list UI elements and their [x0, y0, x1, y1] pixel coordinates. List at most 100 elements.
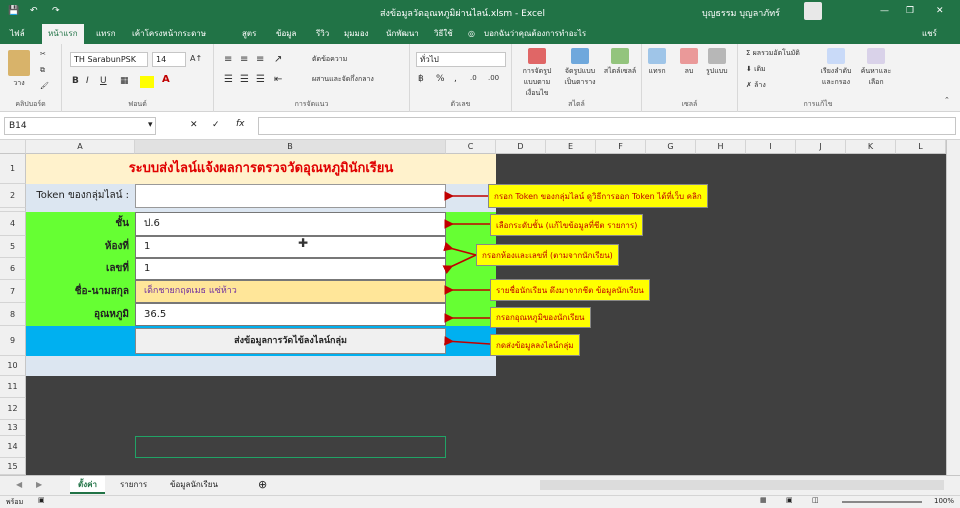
- number-input[interactable]: 1: [135, 258, 446, 280]
- paste-button[interactable]: วาง: [8, 50, 30, 89]
- row-header[interactable]: 1: [0, 154, 26, 184]
- currency-icon[interactable]: ฿: [418, 74, 424, 84]
- class-input[interactable]: ป.6: [135, 212, 446, 236]
- wrap-text-button[interactable]: ตัดข้อความ: [312, 54, 347, 65]
- select-all-corner[interactable]: [0, 140, 26, 154]
- align-middle-icon[interactable]: ≡: [240, 54, 248, 65]
- row-header[interactable]: 4: [0, 212, 26, 236]
- formula-input[interactable]: [258, 117, 956, 135]
- decrease-decimal-icon[interactable]: .00: [488, 74, 499, 82]
- column-header[interactable]: E: [546, 140, 596, 154]
- column-header[interactable]: B: [135, 140, 446, 154]
- token-input[interactable]: [135, 184, 446, 208]
- delete-cells-button[interactable]: ลบ: [680, 48, 698, 77]
- share-button[interactable]: แชร์: [922, 24, 937, 44]
- tab-view[interactable]: มุมมอง: [344, 24, 369, 44]
- borders-icon[interactable]: ▦: [120, 76, 129, 86]
- tab-help[interactable]: วิธีใช้: [434, 24, 453, 44]
- chevron-down-icon[interactable]: ▾: [148, 120, 153, 130]
- page-break-view-icon[interactable]: ◫: [812, 496, 819, 504]
- italic-button[interactable]: I: [86, 76, 89, 86]
- restore-button[interactable]: ❐: [906, 6, 914, 16]
- copy-icon[interactable]: ⧉: [40, 66, 45, 75]
- font-size-select[interactable]: 14: [152, 52, 186, 67]
- undo-icon[interactable]: ↶: [30, 6, 38, 16]
- format-as-table-button[interactable]: จัดรูปแบบเป็นตาราง: [560, 48, 600, 88]
- save-icon[interactable]: 💾: [8, 6, 19, 16]
- align-right-icon[interactable]: ☰: [256, 74, 265, 85]
- tab-formulas[interactable]: สูตร: [242, 24, 256, 44]
- sort-filter-button[interactable]: เรียงลำดับและกรอง: [818, 48, 854, 88]
- align-center-icon[interactable]: ☰: [240, 74, 249, 85]
- macro-record-icon[interactable]: ▣: [38, 496, 45, 504]
- row-header[interactable]: 15: [0, 458, 26, 475]
- name-box[interactable]: B14: [4, 117, 156, 135]
- scroll-right-icon[interactable]: ▶: [28, 476, 50, 494]
- font-name-select[interactable]: TH SarabunPSK: [70, 52, 148, 67]
- row-header[interactable]: 12: [0, 398, 26, 420]
- align-left-icon[interactable]: ☰: [224, 74, 233, 85]
- merge-center-button[interactable]: ผสานและจัดกึ่งกลาง: [312, 74, 374, 85]
- clear-button[interactable]: ✗ ล้าง: [746, 80, 766, 91]
- column-header[interactable]: H: [696, 140, 746, 154]
- tab-developer[interactable]: นักพัฒนา: [386, 24, 419, 44]
- tab-insert[interactable]: แทรก: [96, 24, 116, 44]
- font-color-icon[interactable]: A: [162, 74, 170, 85]
- grow-font-icon[interactable]: A↑: [190, 54, 202, 63]
- column-header[interactable]: J: [796, 140, 846, 154]
- orientation-icon[interactable]: ↗: [274, 54, 282, 65]
- user-avatar[interactable]: [804, 2, 822, 20]
- tab-file[interactable]: ไฟล์: [10, 24, 25, 44]
- fill-button[interactable]: ⬇ เติม: [746, 64, 766, 75]
- column-header[interactable]: D: [496, 140, 546, 154]
- indent-icon[interactable]: ⇤: [274, 74, 282, 85]
- selected-cell-b14[interactable]: [135, 436, 446, 458]
- row-header[interactable]: 13: [0, 420, 26, 436]
- enter-icon[interactable]: ✓: [212, 120, 220, 130]
- column-header[interactable]: F: [596, 140, 646, 154]
- format-painter-icon[interactable]: 🖌: [40, 82, 49, 90]
- minimize-button[interactable]: —: [880, 6, 889, 16]
- underline-button[interactable]: U: [100, 76, 107, 86]
- row-header[interactable]: 9: [0, 326, 26, 356]
- close-button[interactable]: ✕: [936, 6, 944, 16]
- fx-icon[interactable]: fx: [236, 119, 245, 129]
- row-header[interactable]: 6: [0, 258, 26, 280]
- row-header[interactable]: 10: [0, 356, 26, 376]
- bold-button[interactable]: B: [72, 76, 79, 86]
- insert-cells-button[interactable]: แทรก: [648, 48, 666, 77]
- tell-me-box[interactable]: บอกฉันว่าคุณต้องการทำอะไร: [484, 24, 586, 44]
- scroll-left-icon[interactable]: ◀: [8, 476, 30, 494]
- redo-icon[interactable]: ↷: [52, 6, 60, 16]
- increase-decimal-icon[interactable]: .0: [470, 74, 477, 82]
- percent-icon[interactable]: %: [436, 74, 445, 84]
- find-select-button[interactable]: ค้นหาและเลือก: [858, 48, 894, 88]
- number-format-select[interactable]: ทั่วไป: [416, 52, 506, 67]
- temperature-input[interactable]: 36.5: [135, 303, 446, 326]
- column-header[interactable]: L: [896, 140, 946, 154]
- format-cells-button[interactable]: รูปแบบ: [706, 48, 728, 77]
- vertical-scrollbar[interactable]: [946, 140, 960, 475]
- cut-icon[interactable]: ✂: [40, 50, 46, 58]
- zoom-slider[interactable]: [842, 501, 922, 503]
- tab-review[interactable]: รีวิว: [316, 24, 329, 44]
- tab-home[interactable]: หน้าแรก: [42, 24, 84, 44]
- sheet-tab-settings[interactable]: ตั้งค่า: [70, 476, 105, 494]
- tab-page-layout[interactable]: เค้าโครงหน้ากระดาษ: [132, 24, 206, 44]
- align-top-icon[interactable]: ≡: [224, 54, 232, 65]
- fill-color-icon[interactable]: [140, 76, 154, 88]
- comma-icon[interactable]: ,: [454, 74, 457, 84]
- row-header[interactable]: 11: [0, 376, 26, 398]
- column-header[interactable]: A: [26, 140, 135, 154]
- page-layout-view-icon[interactable]: ▣: [786, 496, 793, 504]
- column-header[interactable]: C: [446, 140, 496, 154]
- row-header[interactable]: 7: [0, 280, 26, 303]
- row-header[interactable]: 14: [0, 436, 26, 458]
- sheet-tab-list[interactable]: รายการ: [112, 476, 155, 494]
- column-header[interactable]: I: [746, 140, 796, 154]
- column-header[interactable]: G: [646, 140, 696, 154]
- cell-styles-button[interactable]: สไตล์เซลล์: [602, 48, 638, 77]
- zoom-level[interactable]: 100%: [934, 497, 954, 505]
- send-button[interactable]: ส่งข้อมูลการวัดไข้ลงไลน์กลุ่ม: [135, 328, 446, 354]
- horizontal-scrollbar[interactable]: [540, 480, 944, 490]
